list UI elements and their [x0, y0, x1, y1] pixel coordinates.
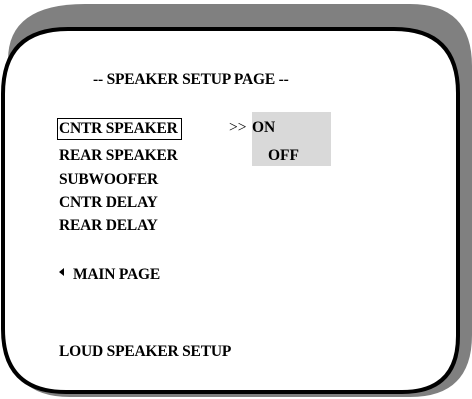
osd-menu: -- SPEAKER SETUP PAGE -- CNTR SPEAKER RE… — [0, 0, 472, 399]
section-footer: LOUD SPEAKER SETUP — [59, 343, 232, 360]
submenu-arrow: >> — [229, 119, 247, 136]
menu-item-rear-delay[interactable]: REAR DELAY — [59, 216, 158, 236]
left-triangle-icon — [59, 268, 64, 276]
main-page-link[interactable]: MAIN PAGE — [59, 265, 160, 285]
menu-item-cntr-delay[interactable]: CNTR DELAY — [59, 193, 158, 213]
page-title: -- SPEAKER SETUP PAGE -- — [93, 71, 289, 88]
main-page-label: MAIN PAGE — [73, 266, 161, 283]
menu-item-subwoofer[interactable]: SUBWOOFER — [59, 170, 158, 190]
menu-item-cntr-speaker[interactable]: CNTR SPEAKER — [57, 118, 182, 140]
option-off[interactable]: OFF — [268, 146, 299, 166]
menu-item-rear-speaker[interactable]: REAR SPEAKER — [59, 146, 178, 166]
option-on[interactable]: ON — [252, 118, 275, 138]
